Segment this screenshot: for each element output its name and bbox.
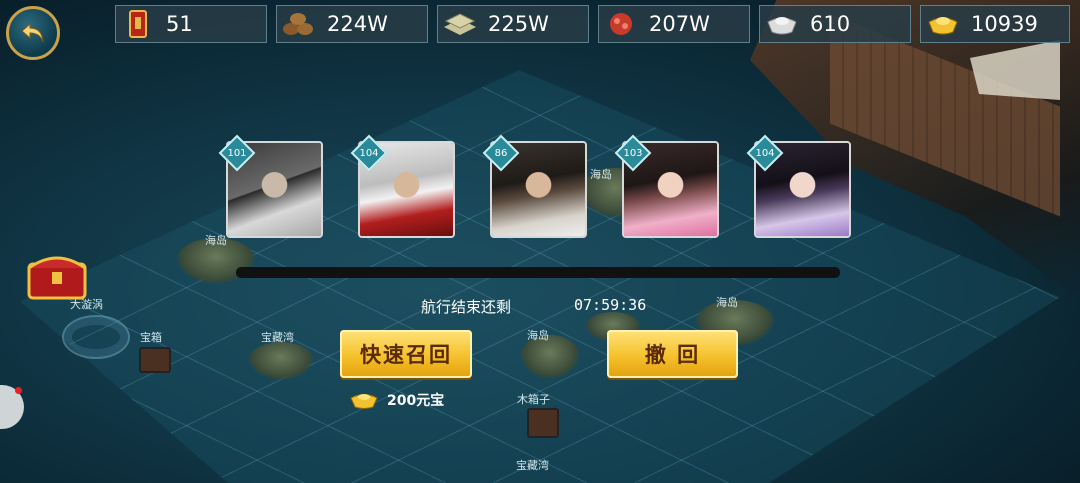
resource-wood[interactable]: 224W xyxy=(276,5,428,43)
notification-dot xyxy=(15,387,22,394)
hero-level-badge: 86 xyxy=(482,134,520,172)
recall-cost-amount: 200元宝 xyxy=(387,393,445,409)
resource-token[interactable]: 51 xyxy=(115,5,267,43)
voyage-timer-value: 07:59:36 xyxy=(574,296,647,314)
whirlpool-icon[interactable] xyxy=(62,315,130,359)
withdraw-button[interactable]: 撤 回 xyxy=(607,330,738,378)
map-label-island: 海岛 xyxy=(205,234,227,247)
treasure-chest-button[interactable] xyxy=(26,250,88,300)
resource-stone[interactable]: 225W xyxy=(437,5,589,43)
resource-gold[interactable]: 10939 xyxy=(920,5,1070,43)
hero-level-badge: 104 xyxy=(350,134,388,172)
divider-bar xyxy=(236,267,840,278)
chest-icon[interactable] xyxy=(139,347,171,373)
stone-icon xyxy=(442,9,478,39)
voyage-timer-label: 航行结束还剩 xyxy=(421,298,512,316)
gold-count: 10939 xyxy=(971,12,1038,36)
gold-ingot-icon xyxy=(925,9,961,39)
map-label-treasure-bay: 宝藏湾 xyxy=(516,459,549,472)
wood-count: 224W xyxy=(327,12,388,36)
quick-recall-button[interactable]: 快速召回 xyxy=(340,330,472,378)
meat-icon xyxy=(603,9,639,39)
recall-cost: 200元宝 xyxy=(349,390,444,410)
resource-silver[interactable]: 610 xyxy=(759,5,911,43)
map-label-wood-box: 木箱子 xyxy=(517,393,550,406)
back-arrow-icon xyxy=(21,22,44,43)
back-button[interactable] xyxy=(6,6,60,60)
map-label-island: 海岛 xyxy=(527,329,549,342)
map-label-chest: 宝箱 xyxy=(140,331,162,344)
silver-icon xyxy=(764,9,800,39)
token-icon xyxy=(120,9,156,39)
wood-icon xyxy=(281,9,317,39)
hero-level-badge: 104 xyxy=(746,134,784,172)
meat-count: 207W xyxy=(649,12,710,36)
wood-box-icon[interactable] xyxy=(527,408,559,438)
resource-meat[interactable]: 207W xyxy=(598,5,750,43)
map-label-treasure-bay: 宝藏湾 xyxy=(261,331,294,344)
treasure-bay[interactable] xyxy=(248,342,314,380)
silver-count: 610 xyxy=(810,12,851,36)
token-count: 51 xyxy=(166,12,193,36)
map-label-island: 海岛 xyxy=(716,296,738,309)
hero-level-badge: 103 xyxy=(614,134,652,172)
gold-ingot-icon xyxy=(350,394,378,409)
hero-level-badge: 101 xyxy=(218,134,256,172)
map-label-island: 海岛 xyxy=(590,168,612,181)
stone-count: 225W xyxy=(488,12,549,36)
